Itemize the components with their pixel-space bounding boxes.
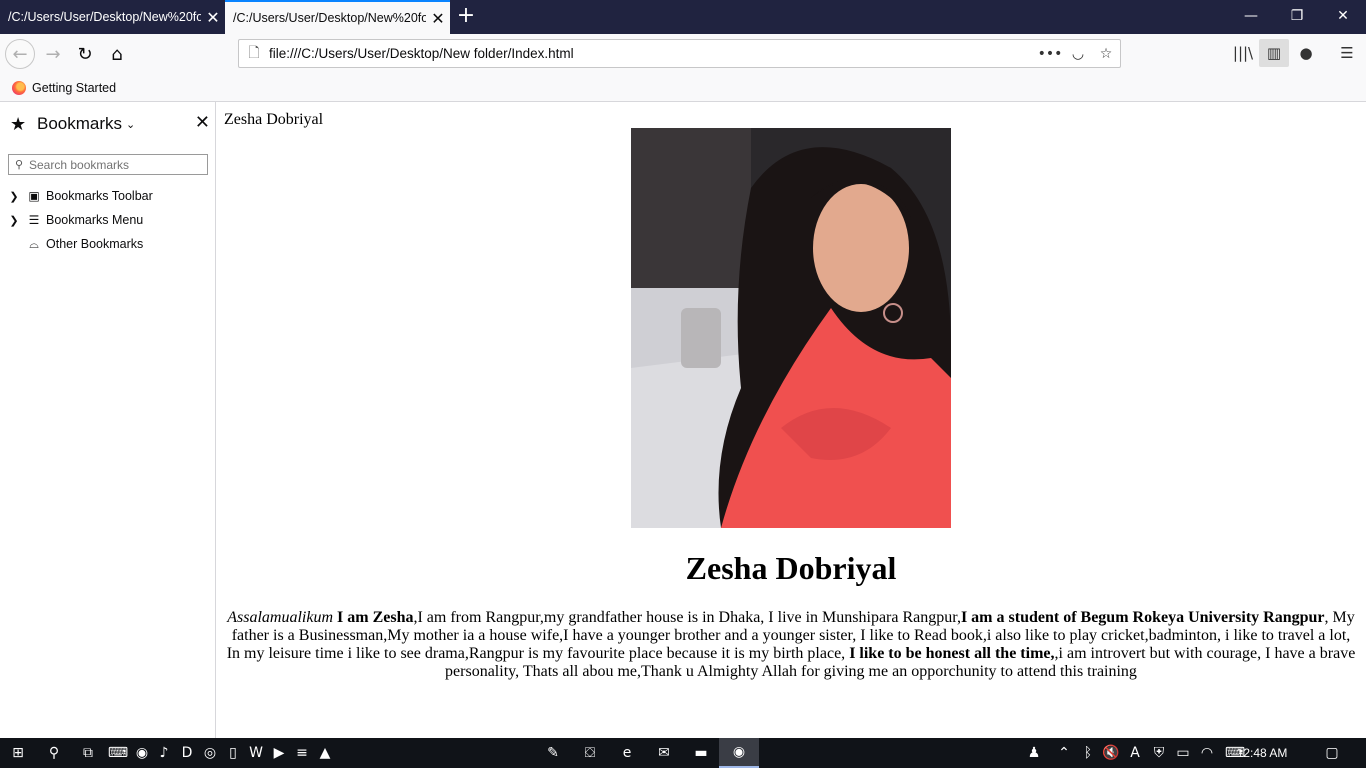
chevron-right-icon[interactable]: ❯: [6, 214, 22, 227]
vlc-icon[interactable]: ▲: [313, 738, 337, 768]
firefox-active-taskbar-icon[interactable]: ◉: [719, 738, 759, 768]
account-icon[interactable]: ●: [1291, 39, 1321, 67]
media-icon[interactable]: ▶: [267, 738, 291, 768]
close-tab-icon[interactable]: ✕: [201, 8, 225, 27]
search-bookmarks-field[interactable]: ⚲: [8, 154, 208, 175]
edge-icon[interactable]: e: [615, 738, 639, 768]
chevron-right-icon[interactable]: ❯: [6, 190, 22, 203]
page-icon: 🗋: [248, 44, 260, 61]
bookmarks-sidebar: ★ Bookmarks ⌄ ✕ ⚲ ❯ ▣ Bookmarks Toolbar …: [0, 102, 216, 738]
volume-muted-icon[interactable]: 🔇: [1099, 738, 1123, 768]
url-text[interactable]: file:///C:/Users/User/Desktop/New folder…: [269, 46, 1036, 61]
sidebar-item-other-bookmarks[interactable]: ⌓ Other Bookmarks: [6, 234, 143, 254]
file-explorer-icon[interactable]: ▬: [689, 738, 713, 768]
honest-bold-text: I like to be honest all the time,: [849, 645, 1055, 662]
wifi-icon[interactable]: ◠: [1195, 738, 1219, 768]
bookmark-star-icon[interactable]: ☆: [1092, 46, 1120, 62]
nav-toolbar: ← → ↻ ⌂ 🗋 file:///C:/Users/User/Desktop/…: [0, 34, 1366, 74]
toolbar-folder-icon: ▣: [28, 189, 40, 203]
forward-button[interactable]: →: [38, 39, 68, 69]
taskbar-clock[interactable]: 12:48 AM: [1226, 738, 1298, 768]
tab-strip: /C:/Users/User/Desktop/New%20folder/Inde…: [0, 0, 1366, 34]
profile-photo: [631, 128, 951, 528]
chevron-up-icon[interactable]: ⌃: [1052, 738, 1076, 768]
sidebar-item-bookmarks-toolbar[interactable]: ❯ ▣ Bookmarks Toolbar: [6, 186, 153, 206]
shield-icon[interactable]: ⛨: [1147, 738, 1171, 768]
page-heading: Zesha Dobriyal: [685, 550, 897, 586]
firefox-icon: [12, 80, 26, 95]
search-icon[interactable]: ⚲: [42, 738, 66, 768]
close-window-icon[interactable]: ✕: [1320, 0, 1366, 34]
sidebar-title[interactable]: Bookmarks: [37, 114, 122, 134]
task-view-icon[interactable]: ⧉: [76, 738, 100, 768]
app-icon[interactable]: ♪: [152, 738, 176, 768]
tab-title: /C:/Users/User/Desktop/New%20folder/Inde…: [233, 11, 426, 25]
firefox-taskbar-icon[interactable]: ◉: [130, 738, 154, 768]
page-title-text: Zesha Dobriyal: [224, 111, 324, 128]
windows-taskbar: ⊞ ⚲ ⧉ ⌨ ◉ ♪ D ◎ ▯ W ▶ ≡ ▲ ✎ ⛋ e ✉ ▬ ◉ ♟ …: [0, 738, 1366, 768]
back-button[interactable]: ←: [5, 39, 35, 69]
sidebar-header[interactable]: ★ Bookmarks ⌄ ✕: [10, 112, 210, 136]
tab-1[interactable]: /C:/Users/User/Desktop/New%20folder/Inde…: [0, 0, 225, 34]
word-icon[interactable]: W: [244, 738, 268, 768]
menu-folder-icon: ☰: [28, 213, 40, 227]
document-icon[interactable]: ▯: [221, 738, 245, 768]
pen-icon[interactable]: ✎: [541, 738, 565, 768]
tab-2-active[interactable]: /C:/Users/User/Desktop/New%20folder/Inde…: [225, 0, 450, 34]
pdf-icon[interactable]: A: [1123, 738, 1147, 768]
library-icon[interactable]: |||\: [1228, 39, 1258, 67]
greeting-text: Assalamualikum: [227, 609, 334, 626]
mail-icon[interactable]: ✉: [652, 738, 676, 768]
chevron-down-icon[interactable]: ⌄: [126, 118, 135, 131]
people-icon[interactable]: ♟: [1022, 738, 1046, 768]
minimize-icon[interactable]: —: [1228, 0, 1274, 34]
chrome-icon[interactable]: ◎: [198, 738, 222, 768]
bio-text-part1: ,I am from Rangpur,my grandfather house …: [413, 609, 961, 626]
sidebar-item-label: Bookmarks Toolbar: [46, 189, 153, 203]
close-tab-icon[interactable]: ✕: [426, 9, 450, 28]
sidebar-item-label: Other Bookmarks: [46, 237, 144, 251]
search-icon: ⚲: [14, 158, 24, 171]
url-bar[interactable]: 🗋 file:///C:/Users/User/Desktop/New fold…: [238, 39, 1121, 68]
tray-folder-icon: ⌓: [29, 237, 39, 251]
keyboard-icon[interactable]: ⌨: [106, 738, 130, 768]
bluetooth-icon[interactable]: ᛒ: [1076, 738, 1100, 768]
student-bold-text: I am a student of Begum Rokeya Universit…: [960, 609, 1325, 626]
pocket-icon[interactable]: ◡: [1064, 46, 1092, 62]
intro-bold-text: I am Zesha: [337, 609, 414, 626]
sidebar-item-bookmarks-menu[interactable]: ❯ ☰ Bookmarks Menu: [6, 210, 143, 230]
close-sidebar-icon[interactable]: ✕: [195, 112, 210, 133]
bookmarks-toolbar: Getting Started: [0, 74, 1366, 102]
tab-title: /C:/Users/User/Desktop/New%20folder/Inde…: [8, 10, 201, 24]
menu-icon[interactable]: ☰: [1332, 39, 1362, 67]
app-icon[interactable]: ≡: [290, 738, 314, 768]
new-tab-button[interactable]: +: [452, 4, 480, 30]
reload-button[interactable]: ↻: [70, 39, 100, 69]
d-app-icon[interactable]: D: [175, 738, 199, 768]
restore-icon[interactable]: ❐: [1274, 0, 1320, 34]
page-content: Zesha Dobriyal Zesha Dobriyal Assalamual…: [216, 102, 1366, 738]
sidebar-toggle-icon[interactable]: ▥: [1259, 39, 1289, 67]
windows-start-icon[interactable]: ⊞: [6, 738, 30, 768]
notifications-icon[interactable]: ▢: [1320, 738, 1344, 768]
star-icon: ★: [10, 113, 27, 135]
home-button[interactable]: ⌂: [102, 39, 132, 69]
bio-paragraph: Assalamualikum I am Zesha,I am from Rang…: [224, 609, 1358, 681]
page-actions-icon[interactable]: •••: [1036, 46, 1064, 62]
store-icon[interactable]: ⛋: [578, 738, 602, 768]
battery-icon[interactable]: ▭: [1171, 738, 1195, 768]
search-bookmarks-input[interactable]: [29, 157, 207, 172]
sidebar-item-label: Bookmarks Menu: [46, 213, 144, 227]
bookmark-getting-started[interactable]: Getting Started: [32, 81, 116, 95]
